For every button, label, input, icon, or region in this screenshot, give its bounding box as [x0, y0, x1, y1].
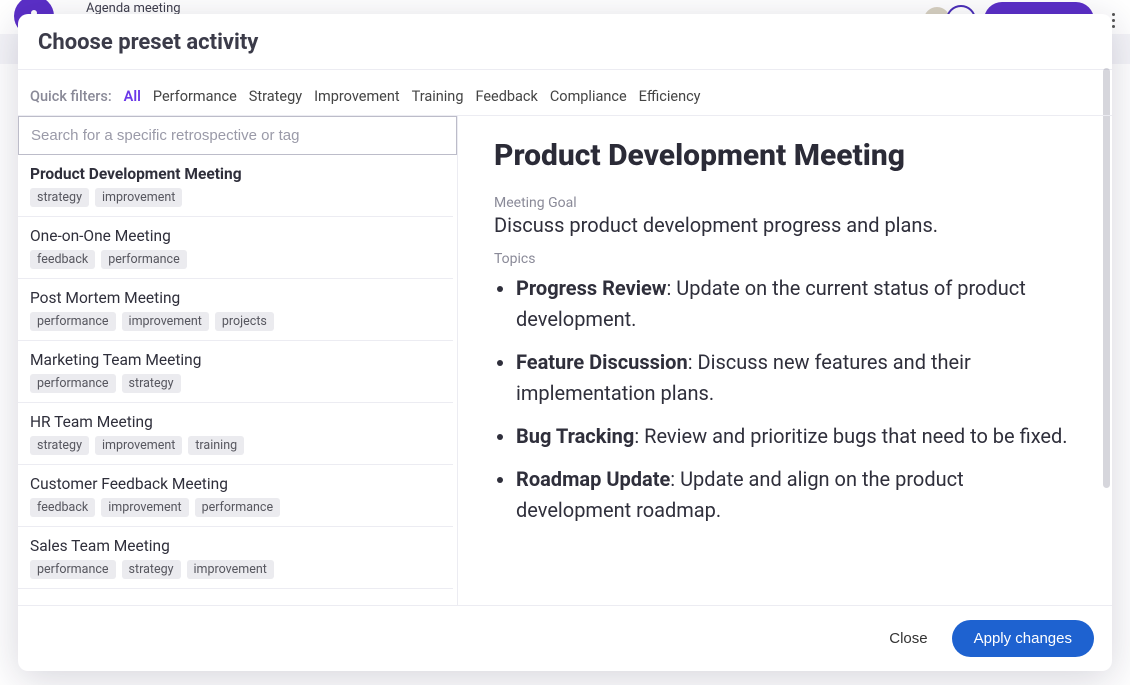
topics-list: Progress Review: Update on the current s… [494, 273, 1076, 526]
choose-preset-modal: Choose preset activity Quick filters: Al… [18, 14, 1112, 671]
preset-item-tags: strategy improvement training [30, 436, 441, 455]
goal-label: Meeting Goal [494, 195, 1076, 211]
goal-body: Discuss product development progress and… [494, 213, 1076, 237]
preset-item[interactable]: Marketing Team Meeting performance strateg… [18, 341, 453, 403]
preset-item[interactable]: HR Team Meeting strategy improvement traini… [18, 403, 453, 465]
preset-item-title: Marketing Team Meeting [30, 351, 441, 369]
topic-item: Bug Tracking: Review and prioritize bugs… [516, 421, 1076, 452]
tag: improvement [95, 436, 182, 455]
preset-item[interactable]: Post Mortem Meeting performance improvemen… [18, 279, 453, 341]
filter-training[interactable]: Training [412, 88, 464, 105]
preset-item-title: Product Development Meeting [30, 165, 441, 183]
topic-item: Progress Review: Update on the current s… [516, 273, 1076, 335]
preset-item-title: Customer Feedback Meeting [30, 475, 441, 493]
topic-lead: Bug Tracking [516, 424, 634, 448]
topic-lead: Roadmap Update [516, 467, 670, 491]
preset-item[interactable]: Product Development Meeting strategy impro… [18, 155, 453, 217]
preset-item[interactable]: Sales Team Meeting performance strategy imp… [18, 527, 453, 589]
preset-detail-panel: Product Development Meeting Meeting Goal… [458, 116, 1112, 605]
tag: strategy [122, 560, 181, 579]
topic-rest: : Review and prioritize bugs that need t… [634, 424, 1067, 448]
filter-efficiency[interactable]: Efficiency [639, 88, 701, 105]
topics-label: Topics [494, 251, 1076, 267]
modal-backdrop: Choose preset activity Quick filters: Al… [0, 0, 1130, 685]
tag: performance [30, 312, 116, 331]
tag: strategy [30, 188, 89, 207]
detail-title: Product Development Meeting [494, 138, 1076, 173]
preset-item-tags: feedback improvement performance [30, 498, 441, 517]
preset-item-title: One-on-One Meeting [30, 227, 441, 245]
preset-item-title: Sales Team Meeting [30, 537, 441, 555]
filter-all[interactable]: All [124, 88, 141, 105]
filter-compliance[interactable]: Compliance [550, 88, 627, 105]
modal-title: Choose preset activity [38, 30, 1092, 55]
tag: strategy [122, 374, 181, 393]
tag: improvement [122, 312, 209, 331]
tag: performance [101, 250, 187, 269]
preset-list[interactable]: Product Development Meeting strategy impro… [18, 155, 457, 605]
topic-item: Feature Discussion: Discuss new features… [516, 347, 1076, 409]
preset-item-tags: performance strategy improvement [30, 560, 441, 579]
tag: performance [30, 374, 116, 393]
modal-footer: Close Apply changes [18, 606, 1112, 671]
filter-improvement[interactable]: Improvement [314, 88, 400, 105]
quick-filters-row: Quick filters: All Performance Strategy Imp… [18, 70, 1112, 115]
topic-lead: Progress Review [516, 276, 666, 300]
preset-item-title: HR Team Meeting [30, 413, 441, 431]
preset-list-panel: Product Development Meeting strategy impro… [18, 116, 458, 605]
tag: feedback [30, 250, 95, 269]
search-wrap [18, 116, 457, 155]
tag: performance [195, 498, 281, 517]
preset-item-tags: feedback performance [30, 250, 441, 269]
topic-lead: Feature Discussion [516, 350, 688, 374]
filter-feedback[interactable]: Feedback [475, 88, 537, 105]
tag: improvement [187, 560, 274, 579]
preset-item[interactable]: Customer Feedback Meeting feedback improve… [18, 465, 453, 527]
filters-label: Quick filters: [30, 88, 112, 105]
tag: training [188, 436, 244, 455]
preset-item[interactable]: One-on-One Meeting feedback performance [18, 217, 453, 279]
search-input[interactable] [18, 116, 457, 155]
tag: improvement [95, 188, 182, 207]
modal-body: Product Development Meeting strategy impro… [18, 115, 1112, 606]
apply-changes-button[interactable]: Apply changes [952, 620, 1094, 657]
close-button[interactable]: Close [883, 622, 933, 655]
topic-item: Roadmap Update: Update and align on the … [516, 464, 1076, 526]
filter-strategy[interactable]: Strategy [249, 88, 302, 105]
tag: strategy [30, 436, 89, 455]
filter-performance[interactable]: Performance [153, 88, 237, 105]
tag: performance [30, 560, 116, 579]
preset-item-tags: performance improvement projects [30, 312, 441, 331]
preset-item-title: Post Mortem Meeting [30, 289, 441, 307]
tag: feedback [30, 498, 95, 517]
preset-item-tags: performance strategy [30, 374, 441, 393]
modal-header: Choose preset activity [18, 14, 1112, 70]
tag: projects [215, 312, 274, 331]
tag: improvement [101, 498, 188, 517]
preset-item-tags: strategy improvement [30, 188, 441, 207]
